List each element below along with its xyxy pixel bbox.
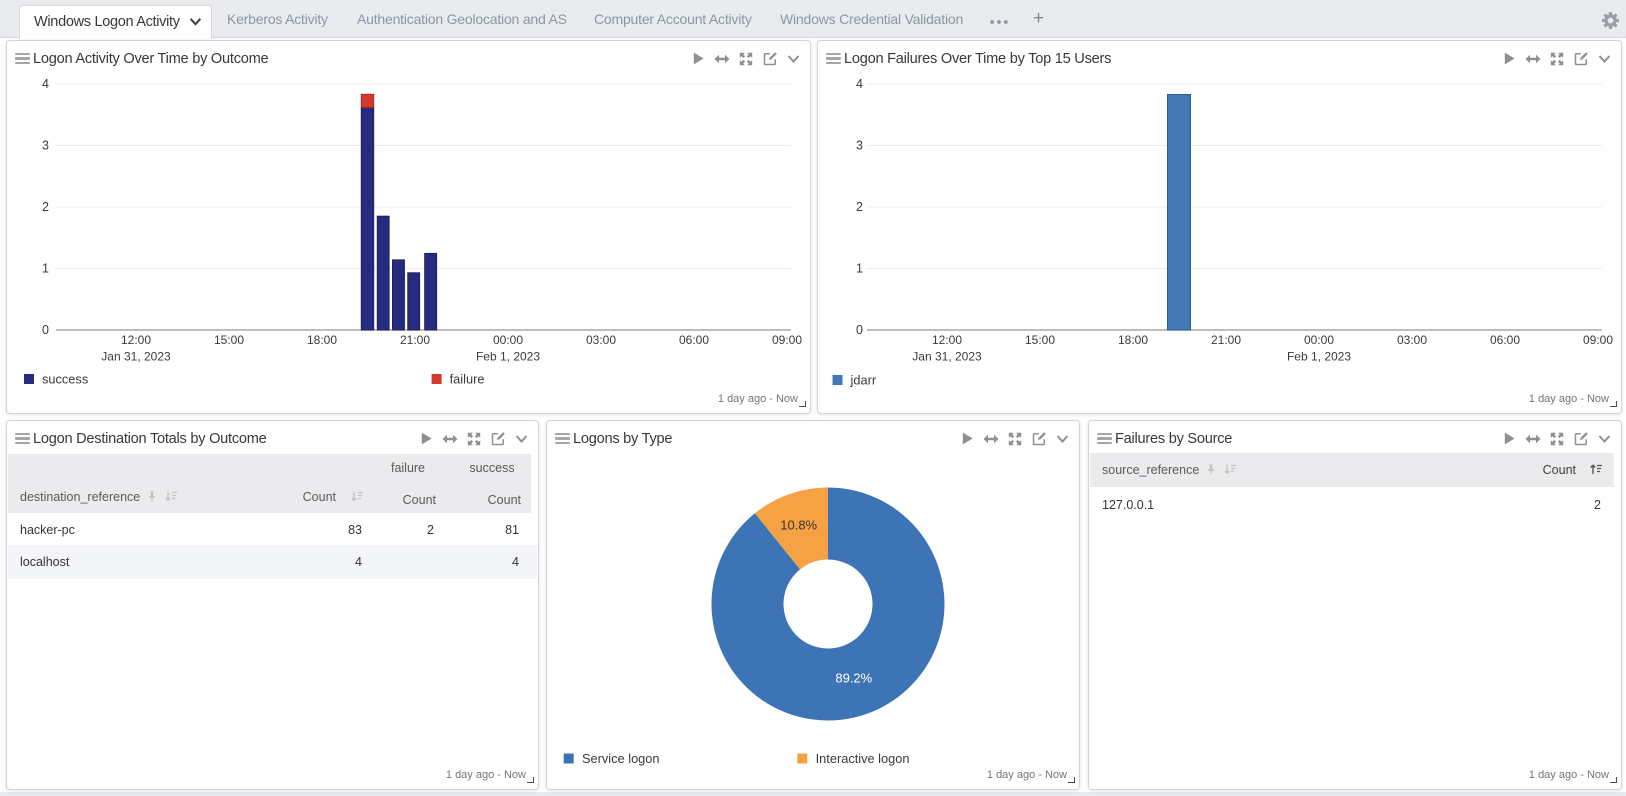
svg-text:success: success bbox=[42, 372, 88, 387]
svg-text:0: 0 bbox=[42, 323, 49, 337]
svg-text:00:00: 00:00 bbox=[493, 333, 523, 347]
svg-text:03:00: 03:00 bbox=[586, 333, 616, 347]
svg-text:18:00: 18:00 bbox=[1118, 333, 1148, 347]
svg-text:06:00: 06:00 bbox=[1490, 333, 1520, 347]
svg-text:12:00: 12:00 bbox=[121, 333, 151, 347]
svg-text:Interactive logon: Interactive logon bbox=[816, 751, 910, 766]
svg-text:06:00: 06:00 bbox=[679, 333, 709, 347]
svg-text:3: 3 bbox=[42, 139, 49, 153]
svg-text:09:00: 09:00 bbox=[1583, 333, 1613, 347]
svg-text:jdarr: jdarr bbox=[850, 373, 877, 388]
svg-text:Service logon: Service logon bbox=[582, 751, 660, 766]
svg-text:Jan 31, 2023: Jan 31, 2023 bbox=[101, 350, 171, 364]
svg-text:4: 4 bbox=[856, 77, 863, 91]
svg-text:1: 1 bbox=[42, 262, 49, 276]
svg-text:09:00: 09:00 bbox=[772, 333, 802, 347]
svg-text:0: 0 bbox=[856, 323, 863, 337]
svg-text:Jan 31, 2023: Jan 31, 2023 bbox=[912, 350, 982, 364]
svg-text:15:00: 15:00 bbox=[1025, 333, 1055, 347]
svg-text:89.2%: 89.2% bbox=[835, 670, 872, 685]
svg-text:00:00: 00:00 bbox=[1304, 333, 1334, 347]
svg-text:10.8%: 10.8% bbox=[780, 518, 817, 533]
svg-text:18:00: 18:00 bbox=[307, 333, 337, 347]
svg-text:2: 2 bbox=[856, 200, 863, 214]
svg-text:15:00: 15:00 bbox=[214, 333, 244, 347]
svg-text:03:00: 03:00 bbox=[1397, 333, 1427, 347]
svg-text:Feb 1, 2023: Feb 1, 2023 bbox=[1287, 350, 1351, 364]
svg-text:Feb 1, 2023: Feb 1, 2023 bbox=[476, 350, 540, 364]
svg-text:1: 1 bbox=[856, 262, 863, 276]
svg-text:2: 2 bbox=[42, 200, 49, 214]
svg-text:21:00: 21:00 bbox=[1211, 333, 1241, 347]
svg-text:21:00: 21:00 bbox=[400, 333, 430, 347]
svg-text:3: 3 bbox=[856, 139, 863, 153]
svg-text:failure: failure bbox=[450, 372, 485, 387]
svg-text:12:00: 12:00 bbox=[932, 333, 962, 347]
svg-text:4: 4 bbox=[42, 77, 49, 91]
